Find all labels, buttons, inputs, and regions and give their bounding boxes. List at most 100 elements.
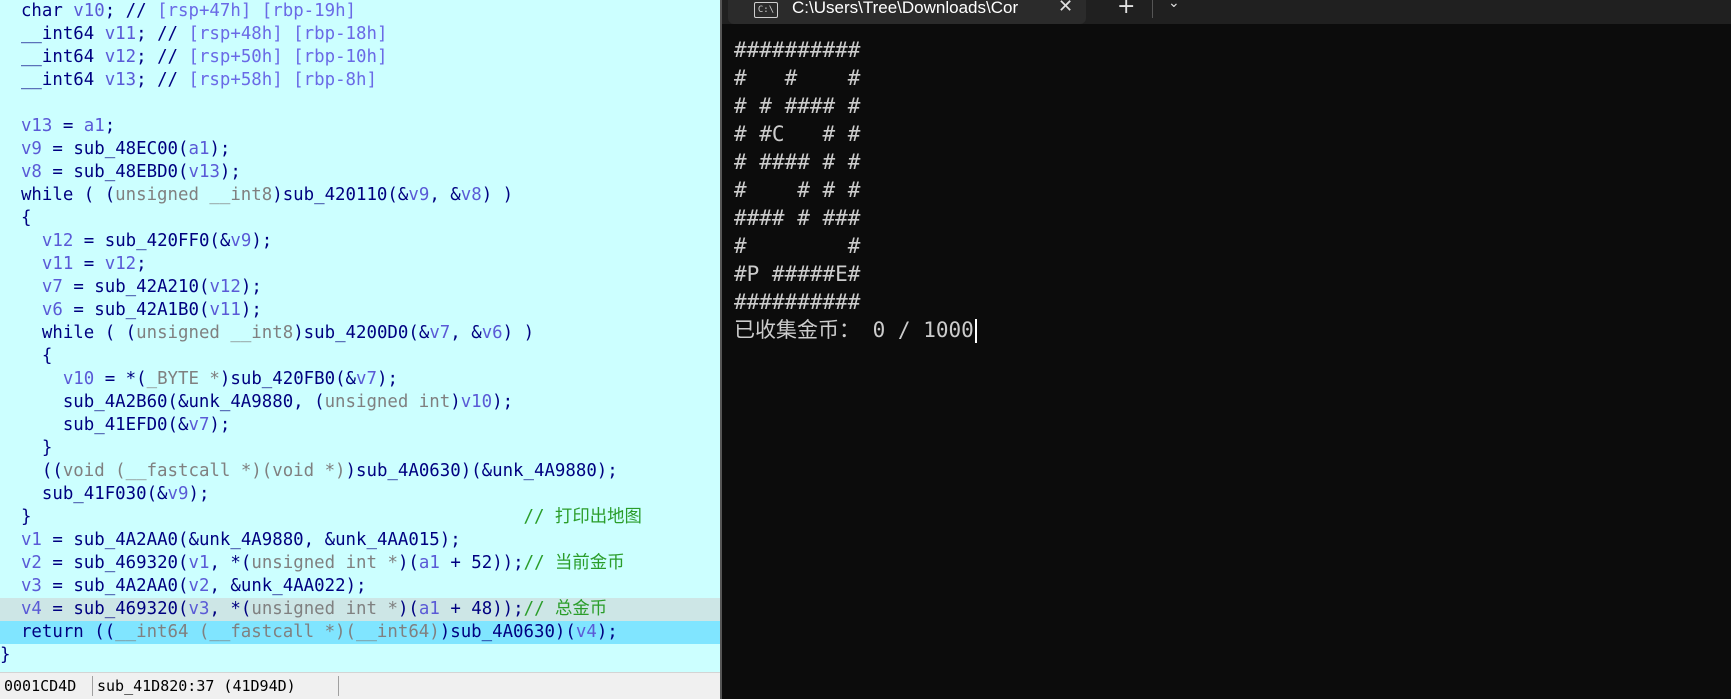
chevron-down-icon[interactable]: ⌄ [1168, 0, 1180, 11]
code-token: v7 [41, 277, 63, 297]
code-token: v4 [20, 599, 42, 619]
code-line[interactable]: sub_41EFD0(&v7); [0, 414, 720, 437]
code-token: v1 [20, 530, 42, 550]
terminal-line-text: ########## [734, 290, 861, 314]
code-token: v3 [188, 599, 210, 619]
terminal-line-text: # #C # # [734, 122, 861, 146]
code-token: v6 [481, 323, 503, 343]
code-token: [rsp+50h] [rbp-10h] [188, 47, 388, 67]
terminal-window[interactable]: C:\ C:\Users\Tree\Downloads\Cor ✕ + ⌄ ##… [722, 0, 1731, 699]
code-token: v13 [104, 70, 137, 90]
terminal-line: ########## [734, 288, 977, 316]
terminal-line: # #C # # [734, 120, 977, 148]
code-line[interactable]: v3 = sub_4A2AA0(v2, &unk_4AA022); [0, 575, 720, 598]
code-token: v7 [356, 369, 377, 389]
code-line[interactable]: } // 打印出地图 [0, 506, 720, 529]
code-token: ); [240, 300, 262, 320]
code-line[interactable]: v1 = sub_4A2AA0(&unk_4A9880, &unk_4AA015… [0, 529, 720, 552]
code-token: )sub_4A0630)( [439, 622, 576, 642]
code-line[interactable]: { [0, 207, 720, 230]
code-line[interactable]: v9 = sub_48EC00(a1); [0, 138, 720, 161]
terminal-line-text: # # # # [734, 178, 861, 202]
code-line[interactable]: v4 = sub_469320(v3, *(unsigned int *)(a1… [0, 598, 720, 621]
code-token: )sub_420110(& [272, 185, 409, 205]
code-line[interactable]: __int64 v13; // [rsp+58h] [rbp-8h] [0, 69, 720, 92]
code-token: { [0, 346, 53, 366]
code-token: ) ) [481, 185, 514, 205]
code-line[interactable]: __int64 v12; // [rsp+50h] [rbp-10h] [0, 46, 720, 69]
code-token: void (__fastcall *)(void *) [62, 461, 346, 481]
code-line[interactable]: while ( (unsigned __int8)sub_4200D0(&v7,… [0, 322, 720, 345]
text-cursor [974, 319, 977, 343]
terminal-output[interactable]: ########## # # # # # #### # # #C # # # #### … [734, 36, 977, 344]
code-token: = sub_469320( [41, 553, 189, 573]
code-token: // 当前金币 [523, 553, 625, 573]
code-token: v6 [41, 300, 63, 320]
code-line[interactable]: v10 = *(_BYTE *)sub_420FB0(&v7); [0, 368, 720, 391]
code-token: )sub_4200D0(& [293, 323, 430, 343]
code-token: __int64 [0, 47, 105, 67]
code-token: v12 [209, 277, 241, 297]
code-line[interactable]: } [0, 437, 720, 460]
terminal-line-text: # # #### # [734, 94, 861, 118]
ida-pseudocode-pane[interactable]: char v10; // [rsp+47h] [rbp-19h] __int64… [0, 0, 720, 699]
terminal-line-text: # # [734, 234, 861, 258]
code-token: unsigned int * [251, 599, 398, 619]
code-line[interactable]: while ( (unsigned __int8)sub_420110(&v9,… [0, 184, 720, 207]
code-token: __int64 [0, 24, 105, 44]
code-token: ) ) [502, 323, 535, 343]
status-location: sub_41D820:37 (41D94D) [97, 677, 296, 695]
code-token: { [0, 208, 32, 228]
code-token: v9 [167, 484, 189, 504]
terminal-tab[interactable]: C:\ C:\Users\Tree\Downloads\Cor ✕ [728, 0, 1086, 24]
code-token: while ( ( [0, 185, 116, 205]
code-token: __int64 (__fastcall *)(__int64) [115, 622, 440, 642]
terminal-line: #P #####E# [734, 260, 977, 288]
close-icon[interactable]: ✕ [1058, 0, 1073, 17]
code-line[interactable]: return ((__int64 (__fastcall *)(__int64)… [0, 621, 720, 644]
code-line[interactable]: v2 = sub_469320(v1, *(unsigned int *)(a1… [0, 552, 720, 575]
code-line[interactable]: __int64 v11; // [rsp+48h] [rbp-18h] [0, 23, 720, 46]
code-line[interactable]: sub_41F030(&v9); [0, 483, 720, 506]
code-token: v9 [230, 231, 252, 251]
code-token: v11 [41, 254, 74, 274]
code-line[interactable]: v7 = sub_42A210(v12); [0, 276, 720, 299]
code-token: (( [0, 461, 63, 481]
status-separator [338, 676, 339, 696]
code-line[interactable]: v12 = sub_420FF0(&v9); [0, 230, 720, 253]
code-token: unsigned __int8 [115, 185, 273, 205]
code-line[interactable]: v6 = sub_42A1B0(v11); [0, 299, 720, 322]
code-token: [rsp+58h] [rbp-8h] [188, 70, 377, 90]
code-token: v13 [20, 116, 53, 136]
status-offset: 0001CD4D [4, 677, 77, 695]
code-line[interactable]: v11 = v12; [0, 253, 720, 276]
terminal-line: # # #### # [734, 92, 977, 120]
code-line[interactable]: v8 = sub_48EBD0(v13); [0, 161, 720, 184]
code-token: v2 [188, 576, 210, 596]
code-line[interactable]: } [0, 644, 720, 667]
code-token: v1 [188, 553, 210, 573]
code-line[interactable] [0, 92, 720, 115]
code-line[interactable]: char v10; // [rsp+47h] [rbp-19h] [0, 0, 720, 23]
code-token: = [52, 116, 84, 136]
code-token: ; // [136, 47, 189, 67]
terminal-line-text: ########## [734, 38, 861, 62]
code-token: ); [188, 484, 210, 504]
code-line[interactable]: { [0, 345, 720, 368]
terminal-line: # # [734, 232, 977, 260]
pseudocode-view[interactable]: char v10; // [rsp+47h] [rbp-19h] __int64… [0, 0, 720, 672]
code-line[interactable]: ((void (__fastcall *)(void *))sub_4A0630… [0, 460, 720, 483]
code-token: ); [492, 392, 514, 412]
new-tab-icon[interactable]: + [1117, 0, 1135, 19]
code-token: _BYTE * [146, 369, 220, 389]
code-line[interactable]: sub_4A2B60(&unk_4A9880, (unsigned int)v1… [0, 391, 720, 414]
code-line[interactable]: v13 = a1; [0, 115, 720, 138]
code-token: v8 [460, 185, 482, 205]
